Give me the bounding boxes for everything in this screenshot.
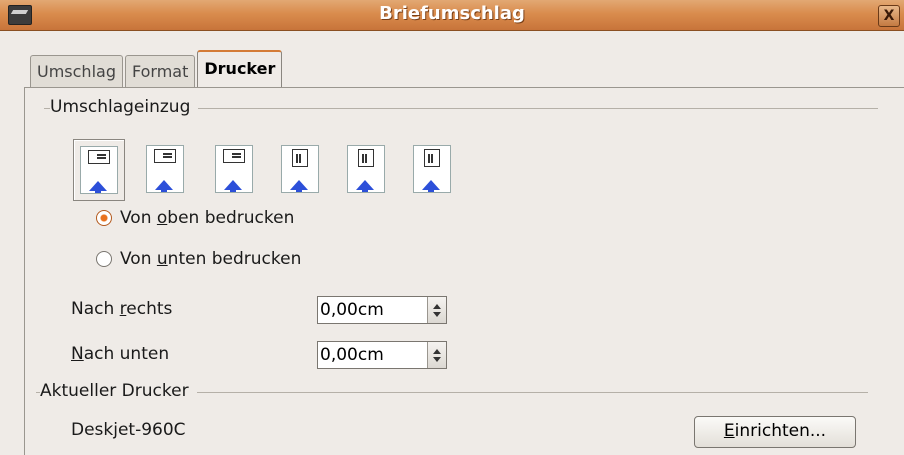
- window-title: Briefumschlag: [379, 3, 525, 24]
- envelope-feed-icon: [80, 146, 118, 194]
- printer-name: Deskjet-960C: [71, 420, 186, 440]
- offset-down-label: Nach unten: [71, 344, 170, 364]
- feed-option-4[interactable]: [275, 139, 325, 199]
- radio-print-bottom[interactable]: Von unten bedrucken: [96, 249, 301, 269]
- radio-print-bottom-label: Von unten bedrucken: [120, 249, 302, 269]
- close-button[interactable]: X: [878, 5, 900, 27]
- envelope-feed-icon: [347, 145, 385, 193]
- tab-bar: Umschlag Format Drucker: [30, 50, 284, 88]
- feed-option-6[interactable]: [407, 139, 457, 199]
- tab-drucker[interactable]: Drucker: [197, 50, 283, 88]
- feed-group-label: Umschlageinzug: [50, 97, 199, 117]
- feed-option-5[interactable]: [341, 139, 391, 199]
- offset-right-input[interactable]: [318, 297, 422, 323]
- envelope-feed-icon: [413, 145, 451, 193]
- offset-right-label: Nach rechts: [71, 299, 173, 319]
- close-icon: X: [883, 8, 895, 24]
- title-bar[interactable]: Briefumschlag X: [0, 0, 904, 31]
- offset-right-spinner[interactable]: [317, 296, 447, 324]
- envelope-feed-icon: [146, 145, 184, 193]
- radio-print-top[interactable]: Von oben bedrucken: [96, 208, 294, 228]
- radio-print-top-label: Von oben bedrucken: [120, 208, 295, 228]
- spinner-arrows-icon[interactable]: [427, 342, 446, 368]
- tab-umschlag[interactable]: Umschlag: [30, 55, 123, 88]
- radio-button-checked[interactable]: [96, 210, 112, 226]
- feed-option-2[interactable]: [140, 139, 190, 199]
- offset-down-input[interactable]: [318, 342, 422, 368]
- setup-printer-button[interactable]: Einrichten...: [694, 416, 856, 448]
- feed-option-1[interactable]: [73, 139, 125, 201]
- offset-down-spinner[interactable]: [317, 341, 447, 369]
- envelope-feed-icon: [215, 145, 253, 193]
- spinner-arrows-icon[interactable]: [427, 297, 446, 323]
- radio-button[interactable]: [96, 251, 112, 267]
- envelope-feed-icon: [281, 145, 319, 193]
- feed-option-3[interactable]: [209, 139, 259, 199]
- printer-group-label: Aktueller Drucker: [40, 381, 197, 401]
- tab-format[interactable]: Format: [124, 55, 196, 88]
